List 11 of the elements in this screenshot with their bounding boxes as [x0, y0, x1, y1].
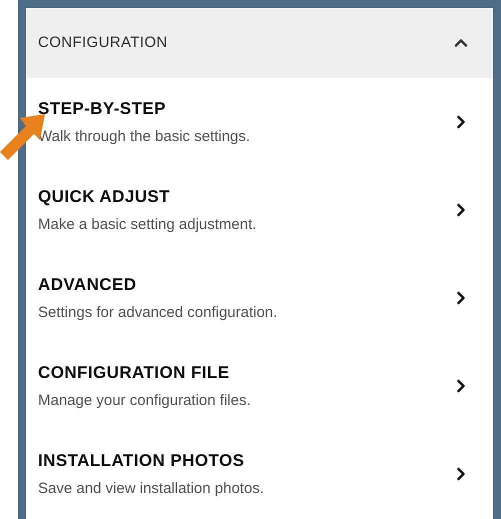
item-description: Save and view installation photos. — [38, 478, 264, 498]
item-title: QUICK ADJUST — [38, 186, 171, 208]
section-title: CONFIGURATION — [38, 32, 168, 53]
section-header[interactable]: CONFIGURATION — [26, 8, 493, 78]
item-description: Settings for advanced configuration. — [38, 302, 278, 322]
item-description: Make a basic setting adjustment. — [38, 214, 256, 234]
item-title: STEP-BY-STEP — [38, 98, 167, 120]
item-title: INSTALLATION PHOTOS — [38, 450, 246, 472]
item-description: Manage your configuration files. — [38, 390, 251, 410]
item-title: CONFIGURATION FILE — [38, 362, 230, 384]
item-title: ADVANCED — [38, 274, 138, 296]
